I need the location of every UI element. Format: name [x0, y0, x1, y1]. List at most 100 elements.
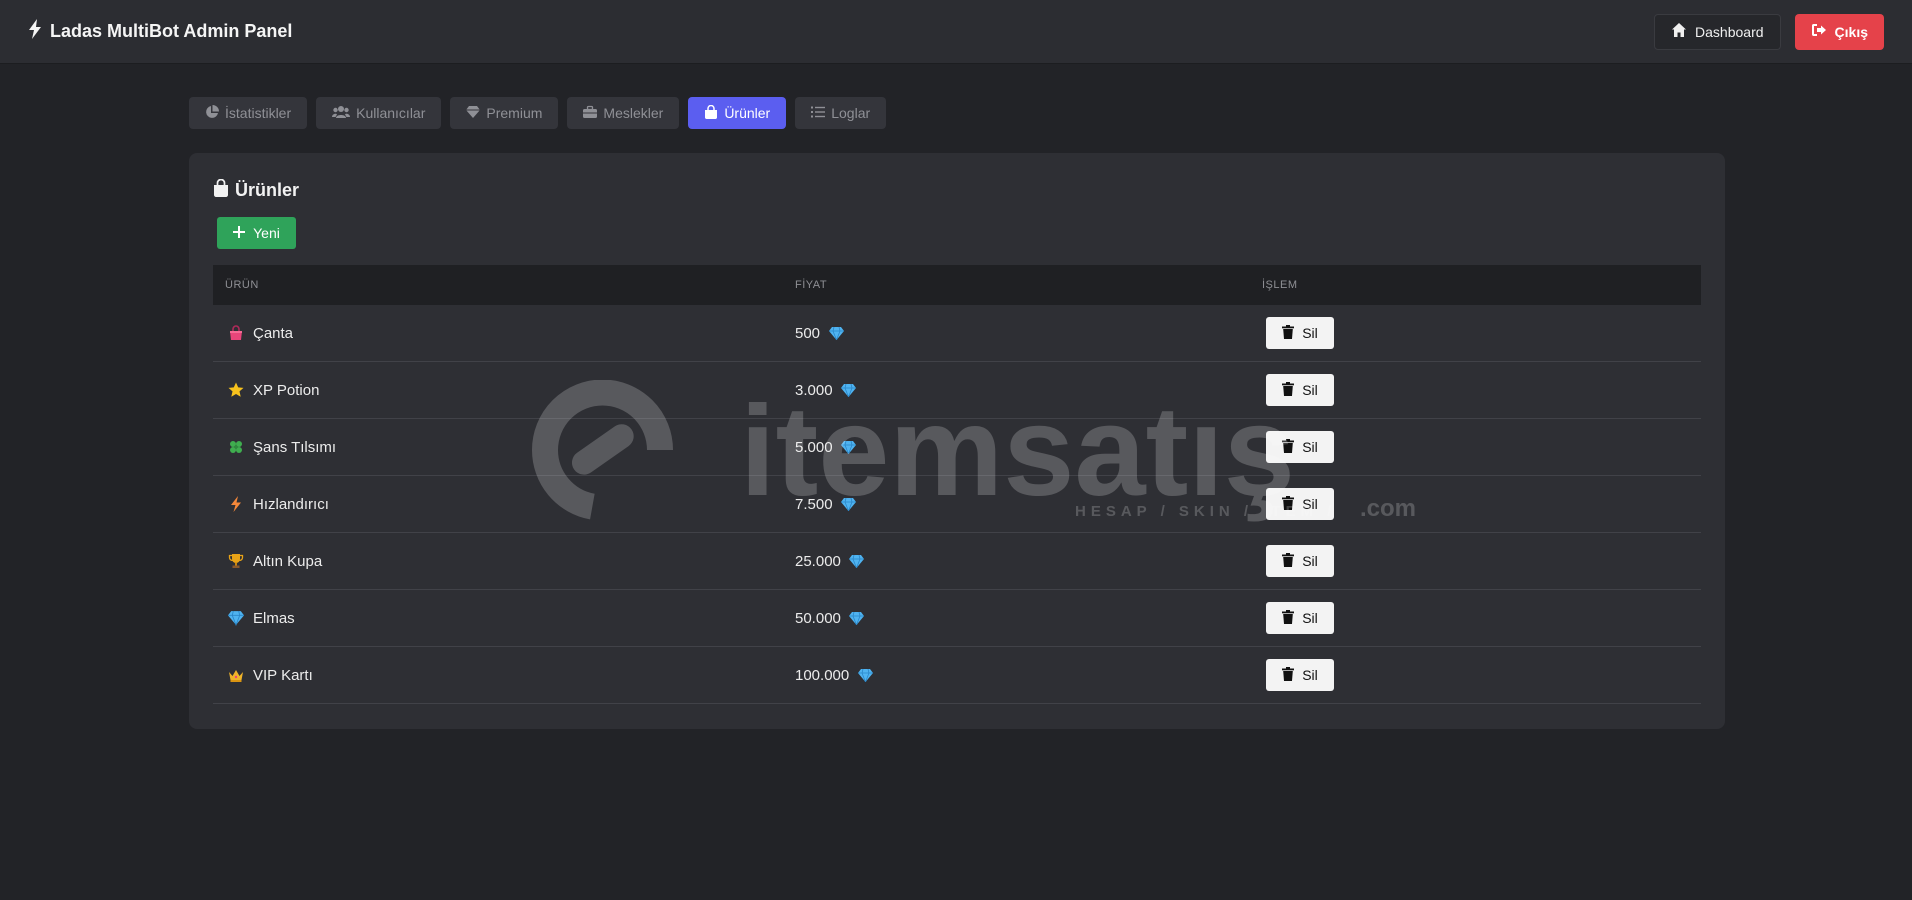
trash-icon [1282, 438, 1295, 456]
product-cell: Şans Tılsımı [213, 438, 795, 456]
trash-icon [1282, 666, 1295, 684]
action-cell: Sil [1262, 659, 1701, 691]
tab-label: Loglar [831, 105, 871, 121]
product-price: 100.000 [795, 666, 850, 684]
crown-emoji-icon [227, 666, 245, 684]
delete-button[interactable]: Sil [1266, 488, 1334, 520]
header-action: İŞLEM [1262, 279, 1298, 291]
price-cell: 25.000 [795, 552, 1262, 570]
trash-icon [1282, 495, 1295, 513]
tab-label: İstatistikler [225, 105, 292, 121]
section-tabs: İstatistikler Kullanıcılar Premium Mesle… [189, 97, 887, 129]
table-row: VIP Kartı 100.000 Sil [213, 647, 1701, 704]
product-cell: Hızlandırıcı [213, 495, 795, 513]
product-name: Hızlandırıcı [253, 495, 329, 513]
gem-icon [827, 324, 845, 342]
tab-products[interactable]: Ürünler [688, 97, 787, 129]
delete-label: Sil [1302, 439, 1318, 455]
delete-button[interactable]: Sil [1266, 431, 1334, 463]
product-name: VIP Kartı [253, 666, 313, 684]
nav-actions: Dashboard Çıkış [1654, 13, 1884, 50]
table-row: Altın Kupa 25.000 Sil [213, 533, 1701, 590]
shopping-bag-icon [704, 104, 718, 122]
plus-icon [233, 225, 246, 241]
action-cell: Sil [1262, 545, 1701, 577]
action-cell: Sil [1262, 488, 1701, 520]
logout-button[interactable]: Çıkış [1794, 13, 1884, 50]
product-cell: XP Potion [213, 381, 795, 399]
product-price: 500 [795, 324, 821, 342]
dashboard-label: Dashboard [1695, 23, 1764, 40]
delete-label: Sil [1302, 610, 1318, 626]
product-price: 5.000 [795, 438, 833, 456]
price-cell: 3.000 [795, 381, 1262, 399]
card-title-text: Ürünler [235, 180, 300, 200]
new-product-button[interactable]: Yeni [217, 217, 296, 249]
delete-button[interactable]: Sil [1266, 545, 1334, 577]
new-product-label: Yeni [253, 225, 280, 241]
gem-icon [848, 552, 866, 570]
product-cell: Elmas [213, 609, 795, 627]
trophy-emoji-icon [227, 552, 245, 570]
tab-premium[interactable]: Premium [450, 97, 559, 129]
tab-users[interactable]: Kullanıcılar [316, 97, 442, 129]
star-emoji-icon [227, 381, 245, 399]
clover-emoji-icon [227, 438, 245, 456]
brand[interactable]: Ladas MultiBot Admin Panel [28, 19, 292, 44]
briefcase-icon [583, 105, 598, 122]
products-card: Ürünler Yeni ÜRÜN FİYAT İŞLEM Çanta 500 [189, 153, 1725, 729]
gem-emoji-icon [227, 609, 245, 627]
tab-label: Kullanıcılar [356, 105, 426, 121]
trash-icon [1282, 609, 1295, 627]
delete-label: Sil [1302, 382, 1318, 398]
table-row: XP Potion 3.000 Sil [213, 362, 1701, 419]
product-price: 50.000 [795, 609, 841, 627]
product-price: 7.500 [795, 495, 833, 513]
gem-icon [840, 495, 858, 513]
logout-label: Çıkış [1834, 23, 1868, 40]
card-title: Ürünler [213, 178, 300, 202]
action-cell: Sil [1262, 431, 1701, 463]
delete-button[interactable]: Sil [1266, 602, 1334, 634]
gem-icon [848, 609, 866, 627]
product-cell: Altın Kupa [213, 552, 795, 570]
top-navbar: Ladas MultiBot Admin Panel Dashboard Çık… [0, 0, 1912, 64]
table-row: Şans Tılsımı 5.000 Sil [213, 419, 1701, 476]
delete-label: Sil [1302, 325, 1318, 341]
price-cell: 7.500 [795, 495, 1262, 513]
product-name: XP Potion [253, 381, 320, 399]
users-icon [332, 105, 351, 122]
dashboard-button[interactable]: Dashboard [1654, 13, 1781, 50]
product-price: 3.000 [795, 381, 833, 399]
header-product: ÜRÜN [225, 279, 259, 291]
lightning-icon [28, 19, 42, 44]
delete-label: Sil [1302, 496, 1318, 512]
gem-icon [840, 438, 858, 456]
gem-icon [856, 666, 874, 684]
diamond-icon [466, 105, 481, 122]
delete-button[interactable]: Sil [1266, 317, 1334, 349]
shopping-bag-icon [213, 178, 229, 202]
action-cell: Sil [1262, 317, 1701, 349]
tab-label: Meslekler [603, 105, 664, 121]
tab-label: Premium [486, 105, 543, 121]
delete-label: Sil [1302, 553, 1318, 569]
tab-statistics[interactable]: İstatistikler [189, 97, 308, 129]
lightning-emoji-icon [227, 495, 245, 513]
bag-emoji-icon [227, 324, 245, 342]
table-header: ÜRÜN FİYAT İŞLEM [213, 265, 1701, 305]
tab-professions[interactable]: Meslekler [567, 97, 680, 129]
price-cell: 100.000 [795, 666, 1262, 684]
table-row: Hızlandırıcı 7.500 Sil [213, 476, 1701, 533]
tab-logs[interactable]: Loglar [795, 97, 887, 129]
action-cell: Sil [1262, 602, 1701, 634]
trash-icon [1282, 552, 1295, 570]
pie-chart-icon [205, 104, 219, 122]
action-cell: Sil [1262, 374, 1701, 406]
delete-button[interactable]: Sil [1266, 374, 1334, 406]
sign-out-icon [1811, 22, 1827, 41]
price-cell: 5.000 [795, 438, 1262, 456]
products-table: ÜRÜN FİYAT İŞLEM Çanta 500 Sil XP Potion… [213, 265, 1701, 704]
delete-button[interactable]: Sil [1266, 659, 1334, 691]
delete-label: Sil [1302, 667, 1318, 683]
